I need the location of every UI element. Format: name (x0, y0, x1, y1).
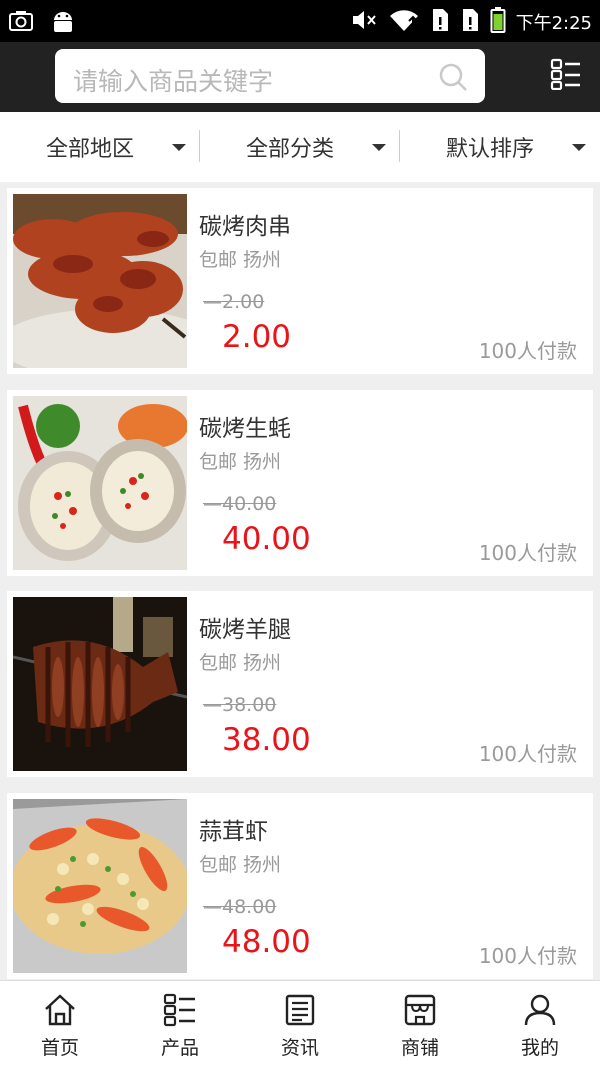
header: 请输入商品关键字 (0, 42, 600, 112)
tab-label: 资讯 (280, 1037, 319, 1059)
tab-label: 首页 (40, 1037, 79, 1059)
tab-label: 商铺 (400, 1037, 439, 1059)
product-price: 40.00 (222, 521, 311, 557)
product-sold-count: 100人付款 (478, 944, 577, 968)
news-icon (283, 991, 317, 1029)
filter-category[interactable]: 全部分类 (200, 112, 400, 182)
product-image[interactable] (13, 194, 187, 368)
filter-label: 全部地区 (45, 137, 134, 162)
tab-home[interactable]: 首页 (0, 981, 120, 1067)
camera-icon (8, 9, 34, 37)
tab-me[interactable]: 我的 (480, 981, 600, 1067)
tab-shop[interactable]: 商铺 (360, 981, 480, 1067)
product-location: 包邮 扬州 (199, 854, 282, 876)
wifi-icon (388, 7, 420, 37)
product-card[interactable]: 碳烤生蚝 包邮 扬州 40.00 40.00 100人付款 (7, 390, 593, 576)
product-price: 2.00 (222, 319, 292, 355)
bottom-tab-bar: 首页 产品 资讯 商铺 我的 (0, 980, 600, 1067)
tab-products[interactable]: 产品 (120, 981, 240, 1067)
filter-label: 全部分类 (245, 137, 334, 162)
product-original-price: 40.00 (203, 493, 276, 515)
product-image[interactable] (13, 396, 187, 570)
tab-label: 我的 (520, 1037, 559, 1059)
product-card[interactable]: 碳烤肉串 包邮 扬州 2.00 2.00 100人付款 (7, 188, 593, 374)
product-title[interactable]: 碳烤肉串 (199, 207, 291, 241)
mute-icon (350, 7, 378, 37)
android-icon (50, 8, 76, 38)
product-price: 48.00 (222, 924, 311, 960)
filter-sort[interactable]: 默认排序 (400, 112, 600, 182)
product-original-price: 48.00 (203, 896, 276, 918)
sim1-icon (430, 7, 450, 37)
search-icon[interactable] (437, 61, 469, 97)
product-image[interactable] (13, 799, 187, 973)
tab-news[interactable]: 资讯 (240, 981, 360, 1067)
filter-label: 默认排序 (445, 137, 534, 162)
search-box[interactable]: 请输入商品关键字 (55, 49, 485, 103)
product-title[interactable]: 碳烤生蚝 (199, 409, 291, 443)
product-original-price: 38.00 (203, 694, 276, 716)
product-card[interactable]: 蒜茸虾 包邮 扬州 48.00 48.00 100人付款 (7, 793, 593, 979)
product-image[interactable] (13, 597, 187, 771)
user-icon (523, 991, 557, 1029)
sim2-icon (460, 7, 480, 37)
status-time: 下午2:25 (515, 13, 592, 34)
grid-list-icon (163, 991, 197, 1029)
category-menu-icon[interactable] (550, 58, 582, 94)
status-bar: 下午2:25 (0, 0, 600, 42)
battery-icon (490, 6, 506, 38)
filter-bar: 全部地区 全部分类 默认排序 (0, 112, 600, 182)
home-icon (43, 991, 77, 1029)
product-location: 包邮 扬州 (199, 451, 282, 473)
product-sold-count: 100人付款 (478, 742, 577, 766)
product-sold-count: 100人付款 (478, 541, 577, 565)
product-location: 包邮 扬州 (199, 652, 282, 674)
product-location: 包邮 扬州 (199, 249, 282, 271)
caret-down-icon (172, 144, 186, 151)
caret-down-icon (572, 144, 586, 151)
product-card[interactable]: 碳烤羊腿 包邮 扬州 38.00 38.00 100人付款 (7, 591, 593, 777)
product-original-price: 2.00 (203, 291, 264, 313)
caret-down-icon (372, 144, 386, 151)
filter-region[interactable]: 全部地区 (0, 112, 200, 182)
product-title[interactable]: 碳烤羊腿 (199, 610, 291, 644)
product-sold-count: 100人付款 (478, 339, 577, 363)
product-price: 38.00 (222, 722, 311, 758)
product-title[interactable]: 蒜茸虾 (199, 812, 268, 846)
shop-icon (403, 991, 437, 1029)
tab-label: 产品 (160, 1037, 199, 1059)
search-input[interactable]: 请输入商品关键字 (73, 62, 273, 98)
